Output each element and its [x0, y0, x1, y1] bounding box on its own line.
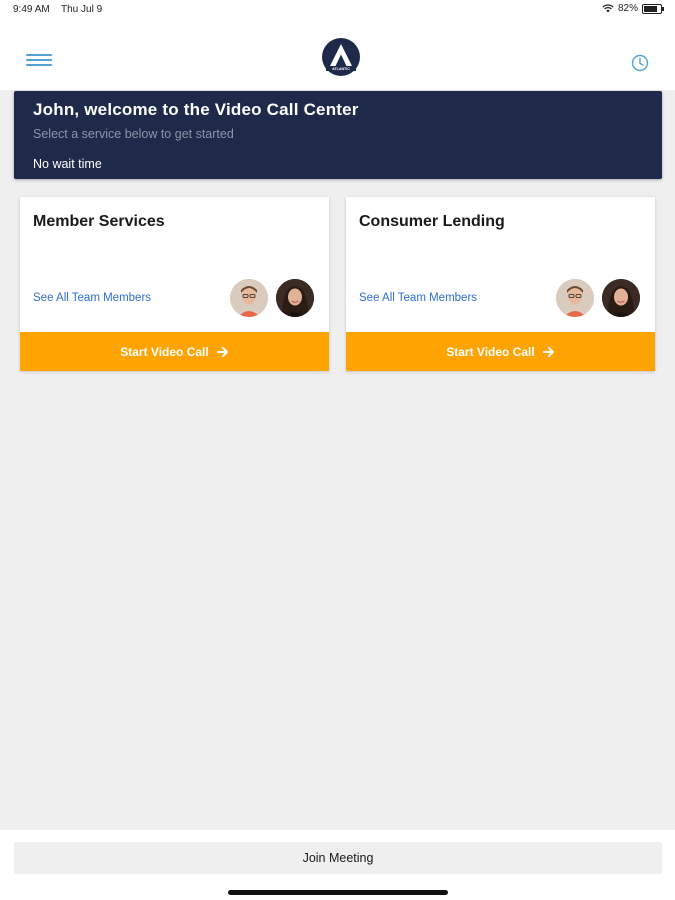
status-right: 82%	[602, 3, 664, 14]
battery-percent: 82%	[617, 3, 638, 14]
bottom-bar: Join Meeting	[0, 830, 675, 900]
service-name: Member Services	[33, 213, 165, 230]
team-member-avatar	[230, 279, 268, 317]
team-member-avatar	[602, 279, 640, 317]
battery-icon	[642, 3, 664, 14]
banner-title: John, welcome to the Video Call Center	[33, 100, 359, 119]
app-bar: ATLANTIC	[0, 20, 675, 90]
home-indicator[interactable]	[228, 890, 448, 895]
logo-text: ATLANTIC	[332, 67, 350, 71]
status-bar: 9:49 AM Thu Jul 9 82%	[0, 0, 675, 20]
battery-fill	[644, 5, 657, 12]
team-member-avatar	[276, 279, 314, 317]
service-name: Consumer Lending	[359, 213, 505, 230]
join-meeting-button[interactable]: Join Meeting	[14, 842, 662, 874]
service-card-consumer-lending: Consumer Lending See All Team Members St…	[346, 197, 655, 371]
welcome-banner: John, welcome to the Video Call Center S…	[14, 91, 662, 179]
banner-subtitle: Select a service below to get started	[33, 127, 234, 141]
arrow-right-icon	[216, 346, 228, 357]
join-meeting-label: Join Meeting	[302, 851, 374, 865]
cta-label: Start Video Call	[120, 344, 209, 359]
see-all-team-members-link[interactable]: See All Team Members	[33, 292, 151, 304]
cta-label: Start Video Call	[446, 344, 535, 359]
start-video-call-button[interactable]: Start Video Call	[346, 332, 655, 371]
status-date: Thu Jul 9	[61, 4, 103, 15]
wait-time: No wait time	[33, 157, 102, 171]
atlantic-logo: ATLANTIC	[322, 38, 360, 76]
see-all-team-members-link[interactable]: See All Team Members	[359, 292, 477, 304]
team-member-avatar	[556, 279, 594, 317]
hamburger-menu-icon[interactable]	[26, 54, 52, 68]
start-video-call-button[interactable]: Start Video Call	[20, 332, 329, 371]
service-card-member-services: Member Services See All Team Members Sta…	[20, 197, 329, 371]
status-time: 9:49 AM	[13, 4, 50, 15]
arrow-right-icon	[542, 346, 554, 357]
wifi-icon	[602, 4, 614, 13]
clock-icon[interactable]	[630, 53, 650, 73]
